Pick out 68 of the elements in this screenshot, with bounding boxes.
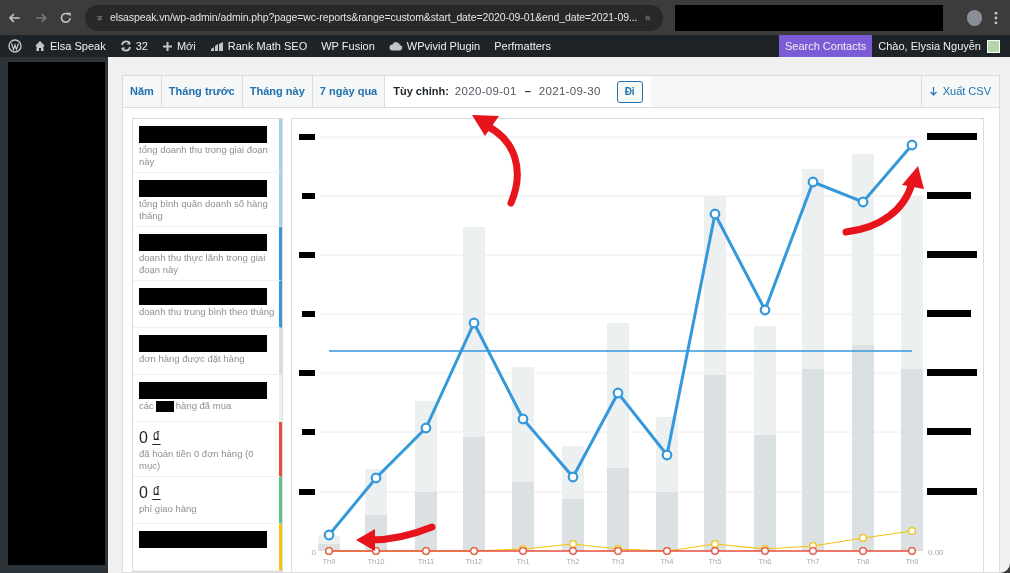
legend-item[interactable]: các hàng đã mua (133, 375, 282, 423)
legend-item[interactable]: tổng doanh thu trong giai đoạn này (133, 119, 282, 173)
cloud-icon (388, 41, 403, 51)
redaction-bar (927, 251, 977, 258)
refresh-icon (119, 40, 132, 52)
legend-label: doanh thu thực lãnh trong giai đoạn này (139, 252, 267, 277)
redaction-bar (302, 311, 315, 317)
custom-range-label: Tùy chỉnh: (393, 84, 449, 100)
start-date-field[interactable]: 2020-09-01 (454, 82, 517, 101)
amount-value: 0 ₫ (139, 429, 162, 448)
plus-icon (161, 40, 173, 52)
legend-label: tổng doanh thu trong giai đoạn này (139, 144, 269, 168)
legend-label: các (139, 400, 154, 413)
reload-icon[interactable] (59, 10, 73, 25)
search-contacts-button[interactable]: Search Contacts (778, 35, 873, 57)
redaction-bar (927, 428, 971, 435)
home-icon (34, 40, 46, 52)
axis-tick-label: 0.00 (928, 548, 944, 557)
legend-label: tổng bình quân doanh số hàng tháng (139, 198, 269, 222)
admin-bar-link[interactable]: 32 (119, 37, 148, 55)
admin-bar-link[interactable]: WPvivid Plugin (388, 37, 481, 55)
legend-item[interactable]: đơn hàng được đặt hàng (133, 328, 282, 376)
redaction-bar (927, 369, 977, 376)
custom-range-tab[interactable]: Tùy chỉnh: 2020-09-01 – 2021-09-30 Đi (385, 76, 651, 107)
legend-item[interactable]: 0 ₫ đã hoàn tiền 0 đơn hàng (0 mục) (133, 422, 282, 477)
range-tab[interactable]: Tháng này (242, 76, 313, 107)
redaction-bar (927, 488, 977, 495)
export-csv-link[interactable]: Xuất CSV (920, 76, 999, 107)
redaction-bar (302, 193, 315, 199)
end-date-field[interactable]: 2021-09-30 (538, 82, 601, 101)
redaction-bar (299, 252, 315, 258)
legend-item[interactable]: tổng bình quân doanh số hàng tháng (133, 173, 282, 228)
admin-bar-link[interactable]: Perfmatters (494, 37, 552, 55)
redaction-bar (927, 310, 971, 317)
admin-bar-link[interactable]: Rank Math SEO (209, 37, 308, 55)
legend-label: đơn hàng được đặt hàng (139, 353, 246, 366)
admin-bar-link[interactable]: WP Fusion (321, 37, 375, 55)
profile-avatar[interactable] (966, 9, 983, 26)
redaction-bar (299, 489, 315, 495)
wordpress-logo[interactable] (8, 39, 22, 53)
range-tab[interactable]: Năm (123, 76, 162, 107)
redaction-bar (927, 192, 971, 199)
redaction-bar (302, 429, 315, 435)
admin-bar-link[interactable]: Elsa Speak (34, 37, 106, 55)
date-separator: – (523, 84, 532, 100)
legend-label: đã hoàn tiền 0 đơn hàng (0 mục) (139, 448, 255, 473)
redaction-bar (299, 370, 315, 376)
range-tab[interactable]: Tháng trước (161, 76, 243, 107)
redaction-bar (299, 134, 315, 140)
legend-label: hàng đã mua (175, 400, 232, 413)
download-icon (929, 87, 937, 96)
menu-icon[interactable] (994, 10, 998, 25)
redaction-bar (927, 133, 977, 140)
admin-bar-link[interactable]: Mới (161, 37, 196, 55)
amount-value: 0 ₫ (139, 484, 162, 502)
legend-item[interactable] (133, 524, 282, 571)
url-text: elsaspeak.vn/wp-admin/admin.php?page=wc-reports&range=custom&start_date=2020-09-01&end_date=2021-09... (109, 9, 638, 25)
legend-item[interactable]: doanh thu trung bình theo tháng (133, 281, 282, 329)
account-greeting[interactable]: Chào, Elysia Nguyễn (872, 37, 987, 55)
axis-tick-label: 0 (311, 548, 316, 557)
legend-item[interactable]: doanh thu thực lãnh trong giai đoạn này (133, 227, 282, 282)
legend-item[interactable]: 0 ₫ phí giao hàng (133, 477, 282, 524)
legend-label: phí giao hàng (139, 503, 198, 515)
user-avatar[interactable] (987, 39, 1000, 53)
chart-icon (209, 40, 224, 52)
address-bar[interactable]: elsaspeak.vn/wp-admin/admin.php?page=wc-reports&range=custom&start_date=2020-09-01&end_date=2021-09... (84, 4, 663, 31)
go-button[interactable]: Đi (616, 80, 643, 103)
legend-label: doanh thu trung bình theo tháng (139, 306, 275, 319)
